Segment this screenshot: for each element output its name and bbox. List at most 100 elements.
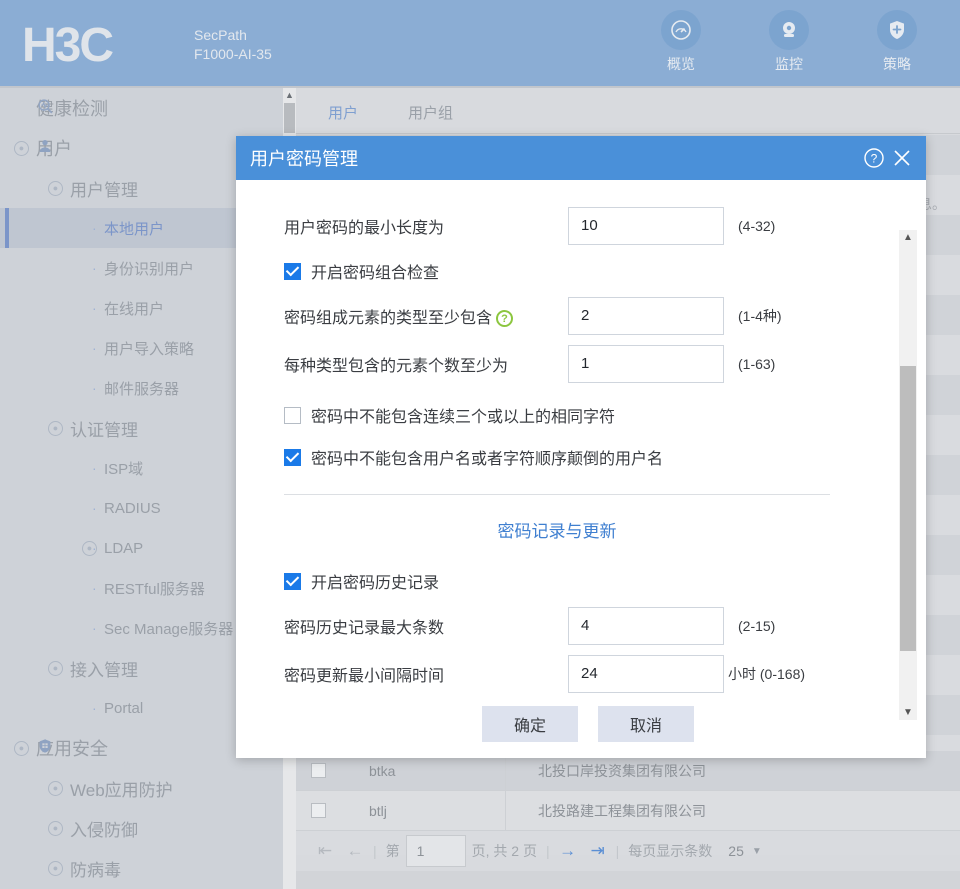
sidebar-item-18[interactable]: ● 入侵防御 [0, 808, 283, 848]
bullet-icon: · [92, 460, 97, 476]
bullet-icon: · [92, 540, 97, 556]
table-row[interactable]: btlj 北投路建工程集团有限公司 [296, 790, 960, 831]
help-circle-icon[interactable]: ? [862, 146, 886, 170]
health-search-icon [36, 98, 54, 119]
sidebar-item-17[interactable]: ● Web应用防护 [0, 768, 283, 808]
nav-item-monitor[interactable]: 监控 [756, 10, 822, 74]
chevron-toggle-icon[interactable]: ● [14, 140, 29, 156]
app-security-icon [36, 738, 54, 758]
page-number-input[interactable]: 1 [405, 835, 466, 867]
page-size-value[interactable]: 25 [728, 843, 744, 859]
row-username: btlj [341, 790, 506, 831]
sidebar-item-label: 认证管理 [70, 420, 138, 440]
password-management-dialog: 用户密码管理 ? 用户密码的最小长度为 10 (4-32) 开启密码组合检查 密… [236, 136, 926, 758]
min-length-input[interactable]: 10 [568, 207, 724, 245]
no-username-row[interactable]: 密码中不能包含用户名或者字符顺序颠倒的用户名 [284, 436, 892, 478]
enable-composition-check-label: 开启密码组合检查 [311, 265, 440, 282]
next-page-icon[interactable]: → [553, 841, 583, 861]
prev-page-icon[interactable]: ← [340, 841, 370, 861]
chevron-toggle-icon[interactable]: ● [48, 420, 63, 436]
element-types-range: (1-4种) [738, 308, 782, 324]
elements-per-type-input[interactable]: 1 [568, 345, 724, 383]
product-line-1: SecPath [194, 27, 247, 43]
cancel-button[interactable]: 取消 [598, 706, 694, 742]
update-interval-row: 密码更新最小间隔时间 24 小时 (0-168) [284, 650, 892, 698]
min-length-range: (4-32) [738, 218, 776, 234]
nav-item-policy[interactable]: 策略 [864, 10, 930, 74]
product-line-2: F1000-AI-35 [194, 46, 272, 62]
row-description: 北投路建工程集团有限公司 [538, 802, 706, 819]
chevron-toggle-icon[interactable]: ● [48, 180, 63, 196]
scroll-up-icon[interactable]: ▲ [899, 232, 917, 243]
sidebar-item-label: 邮件服务器 [104, 380, 180, 398]
password-settings-form: 用户密码的最小长度为 10 (4-32) 开启密码组合检查 密码组成元素的类型至… [236, 180, 892, 698]
chevron-toggle-icon[interactable]: ● [14, 740, 29, 756]
sidebar-item-0[interactable]: 健康检测 [0, 88, 283, 128]
history-max-input[interactable]: 4 [568, 607, 724, 645]
chevron-toggle-icon[interactable]: ● [48, 860, 63, 876]
row-description: 北投口岸投资集团有限公司 [538, 762, 706, 779]
update-interval-range: 小时 (0-168) [728, 666, 806, 682]
row-checkbox[interactable] [311, 803, 326, 818]
nav-item-overview[interactable]: 概览 [648, 10, 714, 74]
sidebar-item-label: 接入管理 [70, 660, 138, 680]
tab-user[interactable]: 用户 [328, 102, 358, 123]
row-checkbox-cell[interactable] [296, 763, 341, 778]
no-username-checkbox[interactable] [284, 448, 301, 466]
bullet-icon: · [92, 220, 97, 236]
dialog-title: 用户密码管理 [250, 149, 358, 169]
nav-label-overview: 概览 [667, 56, 695, 72]
help-green-icon[interactable]: ? [496, 310, 514, 328]
chevron-toggle-icon[interactable]: ● [48, 660, 63, 676]
ok-button[interactable]: 确定 [482, 706, 578, 742]
bullet-icon: · [92, 700, 97, 716]
section-title: 密码记录与更新 [497, 522, 617, 541]
app-header: H3C SecPath F1000-AI-35 概览 监控 策略 [0, 0, 960, 88]
no-repeat-chars-checkbox[interactable] [284, 406, 301, 424]
first-page-icon[interactable]: ⇤ [310, 841, 340, 861]
enable-history-checkbox[interactable] [284, 572, 301, 590]
row-checkbox-cell[interactable] [296, 803, 341, 818]
row-checkbox[interactable] [311, 763, 326, 778]
tab-user-group[interactable]: 用户组 [408, 102, 453, 123]
no-repeat-chars-label: 密码中不能包含连续三个或以上的相同字符 [311, 409, 616, 426]
sidebar-item-label: RADIUS [104, 499, 161, 517]
last-page-icon[interactable]: ⇥ [583, 841, 613, 861]
page-size-label: 每页显示条数 [628, 843, 713, 859]
dialog-title-bar: 用户密码管理 ? [236, 136, 926, 180]
dialog-scrollbar[interactable]: ▲ ▼ [899, 230, 917, 720]
close-icon[interactable] [890, 146, 914, 170]
page-suffix-label: 页, 共 2 页 [471, 843, 537, 859]
chevron-toggle-icon[interactable]: ● [48, 820, 63, 836]
svg-text:?: ? [871, 152, 878, 166]
enable-history-row[interactable]: 开启密码历史记录 [284, 560, 892, 602]
sidebar-item-label: 身份识别用户 [104, 260, 195, 278]
element-types-input[interactable]: 2 [568, 297, 724, 335]
bullet-icon: · [92, 260, 97, 276]
bullet-icon: · [92, 620, 97, 636]
elements-per-type-row: 每种类型包含的元素个数至少为 1 (1-63) [284, 340, 892, 388]
enable-composition-check-row[interactable]: 开启密码组合检查 [284, 250, 892, 292]
sidebar-item-label: 入侵防御 [70, 820, 138, 840]
chevron-toggle-icon[interactable]: ● [48, 780, 63, 796]
enable-composition-check-checkbox[interactable] [284, 262, 301, 280]
elements-per-type-label: 每种类型包含的元素个数至少为 [284, 358, 509, 375]
no-repeat-chars-row[interactable]: 密码中不能包含连续三个或以上的相同字符 [284, 394, 892, 436]
nav-label-monitor: 监控 [775, 56, 803, 72]
pager-divider: | [546, 843, 550, 859]
sidebar-item-19[interactable]: ● 防病毒 [0, 848, 283, 888]
dialog-actions: ? [862, 146, 914, 170]
user-icon [36, 138, 54, 158]
dialog-scroll-thumb[interactable] [900, 366, 916, 651]
gauge-icon [661, 10, 701, 50]
sidebar-scroll-thumb[interactable] [284, 103, 295, 133]
bullet-icon: · [92, 300, 97, 316]
bullet-icon: · [92, 380, 97, 396]
chevron-down-icon[interactable]: ▼ [752, 846, 762, 857]
bullet-icon: · [92, 580, 97, 596]
scroll-up-icon[interactable]: ▲ [283, 90, 296, 100]
sidebar-item-label: 用户管理 [70, 180, 138, 200]
dialog-footer: 确定 取消 [236, 706, 926, 742]
pagination-bar: ⇤ ← | 第 1 页, 共 2 页 | → ⇥ | 每页显示条数 25 ▼ [296, 831, 960, 871]
update-interval-input[interactable]: 24 [568, 655, 724, 693]
